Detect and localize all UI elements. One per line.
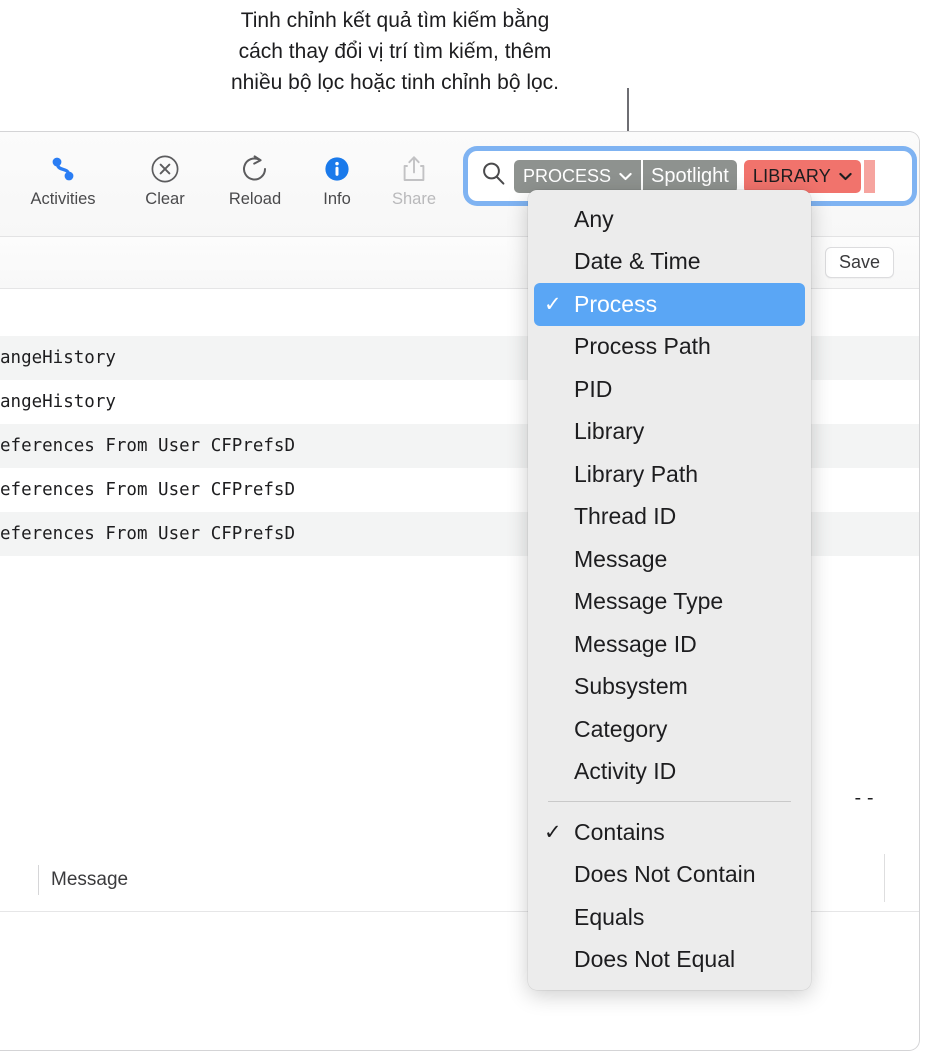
- menu-item-label: Contains: [574, 819, 665, 846]
- menu-item-process-path[interactable]: Process Path: [534, 326, 805, 369]
- menu-item-label: PID: [574, 376, 612, 403]
- search-token-value[interactable]: Spotlight: [643, 160, 737, 193]
- menu-item-does-not-equal[interactable]: Does Not Equal: [534, 939, 805, 982]
- toolbar-button-activities[interactable]: Activities: [20, 150, 106, 209]
- search-token-value-label: Spotlight: [651, 165, 729, 188]
- menu-item-subsystem[interactable]: Subsystem: [534, 666, 805, 709]
- message-column-label: Message: [51, 869, 128, 891]
- menu-item-label: Activity ID: [574, 758, 676, 785]
- menu-item-message-id[interactable]: Message ID: [534, 623, 805, 666]
- search-icon: [480, 160, 507, 192]
- menu-item-label: Process: [574, 291, 657, 318]
- column-divider: [38, 865, 39, 895]
- menu-item-message-type[interactable]: Message Type: [534, 581, 805, 624]
- search-token-field-label: PROCESS: [523, 166, 611, 187]
- menu-checkmark-icon: ✓: [544, 822, 574, 843]
- toolbar-label-reload: Reload: [212, 190, 298, 209]
- menu-item-label: Category: [574, 716, 667, 743]
- callout-line-1: Tinh chỉnh kết quả tìm kiếm bằng: [150, 5, 640, 36]
- toolbar-label-info: Info: [294, 190, 380, 209]
- menu-item-label: Message Type: [574, 588, 723, 615]
- menu-item-activity-id[interactable]: Activity ID: [534, 751, 805, 794]
- detail-divider: [884, 854, 885, 902]
- menu-item-any[interactable]: Any: [534, 198, 805, 241]
- clear-icon: [122, 150, 208, 188]
- chevron-down-icon: [839, 172, 852, 181]
- menu-item-thread-id[interactable]: Thread ID: [534, 496, 805, 539]
- menu-checkmark-icon: ✓: [544, 294, 574, 315]
- menu-item-label: Does Not Equal: [574, 946, 735, 973]
- menu-item-process[interactable]: ✓ Process: [534, 283, 805, 326]
- toolbar-label-activities: Activities: [20, 190, 106, 209]
- menu-item-category[interactable]: Category: [534, 708, 805, 751]
- toolbar-label-clear: Clear: [122, 190, 208, 209]
- search-token-field[interactable]: PROCESS: [514, 160, 641, 193]
- menu-item-label: Subsystem: [574, 673, 688, 700]
- menu-item-label: Date & Time: [574, 248, 701, 275]
- search-field-dropdown-menu[interactable]: Any Date & Time ✓ Process Process Path P…: [528, 190, 811, 990]
- search-token-library[interactable]: LIBRARY: [744, 160, 861, 193]
- callout-text: Tinh chỉnh kết quả tìm kiếm bằng cách th…: [150, 5, 640, 98]
- menu-item-label: Thread ID: [574, 503, 676, 530]
- toolbar-button-info[interactable]: Info: [294, 150, 380, 209]
- menu-item-date-time[interactable]: Date & Time: [534, 241, 805, 284]
- detail-empty-value: --: [852, 787, 877, 809]
- menu-item-label: Does Not Contain: [574, 861, 756, 888]
- callout-line-2: cách thay đổi vị trí tìm kiếm, thêm: [150, 36, 640, 67]
- menu-item-library-path[interactable]: Library Path: [534, 453, 805, 496]
- menu-item-label: Library Path: [574, 461, 698, 488]
- menu-item-library[interactable]: Library: [534, 411, 805, 454]
- toolbar-button-clear[interactable]: Clear: [122, 150, 208, 209]
- activities-icon: [20, 150, 106, 188]
- share-icon: [371, 150, 457, 188]
- toolbar-button-share[interactable]: Share: [371, 150, 457, 209]
- menu-item-equals[interactable]: Equals: [534, 896, 805, 939]
- menu-item-pid[interactable]: PID: [534, 368, 805, 411]
- chevron-down-icon: [619, 172, 632, 181]
- save-button[interactable]: Save: [825, 247, 894, 278]
- menu-item-contains[interactable]: ✓ Contains: [534, 811, 805, 854]
- menu-separator: [548, 801, 791, 802]
- toolbar-button-reload[interactable]: Reload: [212, 150, 298, 209]
- message-column-header[interactable]: Message: [38, 865, 128, 895]
- info-icon: [294, 150, 380, 188]
- menu-item-label: Any: [574, 206, 614, 233]
- menu-item-label: Process Path: [574, 333, 711, 360]
- menu-item-label: Equals: [574, 904, 644, 931]
- callout-line-3: nhiều bộ lọc hoặc tinh chỉnh bộ lọc.: [150, 67, 640, 98]
- toolbar-label-share: Share: [371, 190, 457, 209]
- menu-item-does-not-contain[interactable]: Does Not Contain: [534, 854, 805, 897]
- search-text-cursor: [864, 160, 875, 193]
- menu-item-message[interactable]: Message: [534, 538, 805, 581]
- search-token-library-label: LIBRARY: [753, 166, 831, 187]
- menu-item-label: Message ID: [574, 631, 697, 658]
- reload-icon: [212, 150, 298, 188]
- menu-item-label: Message: [574, 546, 667, 573]
- menu-item-label: Library: [574, 418, 644, 445]
